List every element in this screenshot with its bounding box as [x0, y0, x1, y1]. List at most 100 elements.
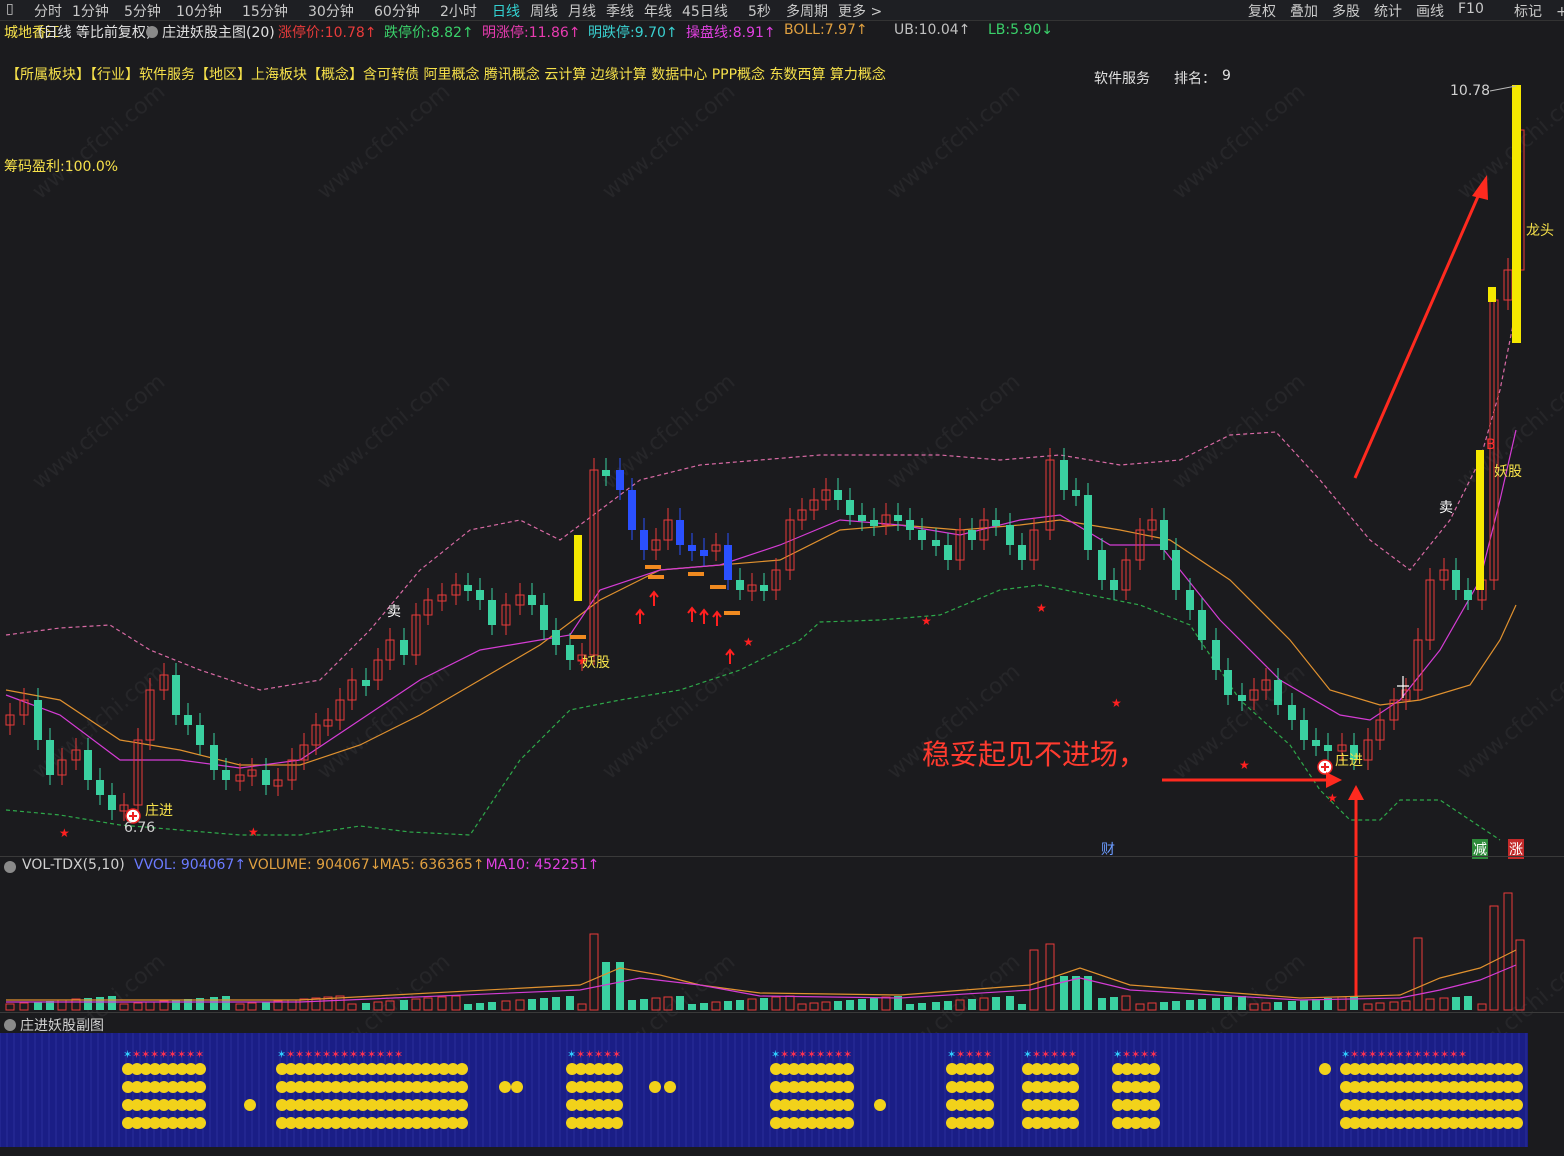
up-arrow-icon — [649, 590, 659, 606]
signal-dot — [1511, 1117, 1523, 1129]
indicator-toggle-icon[interactable] — [4, 861, 16, 873]
candle-body — [1224, 670, 1232, 695]
divider-volume-sub — [0, 1012, 1564, 1013]
butterfly-icon: ✶ — [807, 1048, 816, 1061]
volume-bar — [1274, 1002, 1282, 1010]
zhuangjin-label-1: 庄进 — [145, 803, 173, 819]
volume-bar — [589, 933, 599, 1011]
star-icon: ★ — [1111, 696, 1122, 710]
candle-body — [1212, 640, 1220, 670]
indicator-toggle-icon[interactable] — [4, 1019, 16, 1031]
signal-dot — [611, 1063, 623, 1075]
butterfly-icon: ✶ — [1068, 1048, 1077, 1061]
volume-bar — [1172, 1001, 1180, 1010]
candle-body — [1324, 745, 1332, 751]
lower-band-line — [5, 584, 1501, 841]
candle-body — [34, 700, 42, 740]
butterfly-icon: ✶ — [1377, 1048, 1386, 1061]
star-icon: ★ — [743, 635, 754, 649]
butterfly-icon: ✶ — [322, 1048, 331, 1061]
butterfly-icon: ✶ — [123, 1048, 132, 1061]
butterfly-icon: ✶ — [376, 1048, 385, 1061]
butterfly-icon: ✶ — [1041, 1048, 1050, 1061]
upper-band-line — [5, 309, 1517, 691]
signal-dot — [456, 1099, 468, 1111]
butterfly-icon: ✶ — [1131, 1048, 1140, 1061]
main-chart: www.cfchi.com www.cfchi.com www.cfchi.com w… — [5, 79, 1564, 1075]
signal-dot — [194, 1117, 206, 1129]
volume-value-2: MA5: 636365↑ — [379, 857, 485, 873]
candle-body — [688, 545, 696, 551]
butterfly-icon: ✶ — [295, 1048, 304, 1061]
volume-bar — [1121, 995, 1131, 1011]
candle-body — [1464, 590, 1472, 600]
candle-body — [362, 680, 370, 686]
volume-bar — [870, 998, 878, 1010]
butterfly-icon: ✶ — [974, 1048, 983, 1061]
signal-dot — [842, 1099, 854, 1111]
volume-bar — [688, 1004, 696, 1010]
candle-body — [540, 605, 548, 630]
volume-bar — [1072, 976, 1080, 1010]
butterfly-icon: ✶ — [1422, 1048, 1431, 1061]
candle-body — [700, 550, 708, 556]
butterfly-icon: ✶ — [1050, 1048, 1059, 1061]
signal-dot — [1148, 1063, 1160, 1075]
candle-body — [1274, 680, 1282, 705]
butterfly-icon: ✶ — [1113, 1048, 1122, 1061]
signal-dot — [611, 1081, 623, 1093]
volume-bar — [1147, 1002, 1157, 1011]
volume-bar — [1029, 949, 1039, 1011]
orange-marker — [570, 635, 586, 639]
volume-bar — [1212, 998, 1220, 1010]
signal-dot — [611, 1099, 623, 1111]
watermark: www.cfchi.com — [313, 369, 455, 494]
butterfly-icon: ✶ — [1404, 1048, 1413, 1061]
volume-bar — [299, 998, 309, 1011]
candle-body — [210, 745, 218, 770]
volume-bar — [747, 998, 757, 1011]
volume-bar — [235, 1003, 245, 1011]
watermark: www.cfchi.com — [883, 369, 1025, 494]
volume-value-0: VVOL: 904067↑ — [134, 857, 247, 873]
volume-bar — [1135, 1003, 1145, 1011]
butterfly-icon: ✶ — [612, 1048, 621, 1061]
dragon-head-label: 龙头 — [1526, 223, 1554, 239]
volume-bar — [19, 1002, 29, 1011]
butterfly-icon: ✶ — [150, 1048, 159, 1061]
volume-bar — [362, 1003, 370, 1010]
candle-body — [602, 470, 610, 476]
volume-bar — [1375, 1002, 1385, 1011]
star-icon: ★ — [59, 826, 70, 840]
signal-dot — [982, 1081, 994, 1093]
signal-dot — [194, 1099, 206, 1111]
volume-bar — [918, 1003, 926, 1010]
volume-bar — [222, 996, 230, 1010]
candle-body — [488, 600, 496, 625]
butterfly-icon: ✶ — [947, 1048, 956, 1061]
candle-body — [464, 585, 472, 591]
signal-dot — [1067, 1063, 1079, 1075]
candle-body — [196, 725, 204, 745]
signal-dot — [1511, 1063, 1523, 1075]
candle-body — [894, 515, 902, 521]
candle-body — [1110, 580, 1118, 590]
butterfly-icon: ✶ — [1413, 1048, 1422, 1061]
candle-body — [108, 795, 116, 810]
volume-bar — [347, 1003, 357, 1011]
candle-body — [918, 530, 926, 540]
orange-marker — [645, 565, 661, 569]
demon-stock-label-2: 妖股 — [1494, 464, 1522, 480]
volume-bar — [1350, 996, 1358, 1010]
orange-marker — [724, 611, 740, 615]
butterfly-icon: ✶ — [1386, 1048, 1395, 1061]
butterfly-icon: ✶ — [177, 1048, 186, 1061]
butterfly-icon: ✶ — [1368, 1048, 1377, 1061]
volume-bar — [1439, 997, 1449, 1011]
candle-body — [1072, 490, 1080, 496]
butterfly-icon: ✶ — [594, 1048, 603, 1061]
watermark: www.cfchi.com — [1168, 369, 1310, 494]
signal-dot — [842, 1117, 854, 1129]
volume-value-3: MA10: 452251↑ — [485, 857, 600, 873]
candle-body — [858, 515, 866, 521]
